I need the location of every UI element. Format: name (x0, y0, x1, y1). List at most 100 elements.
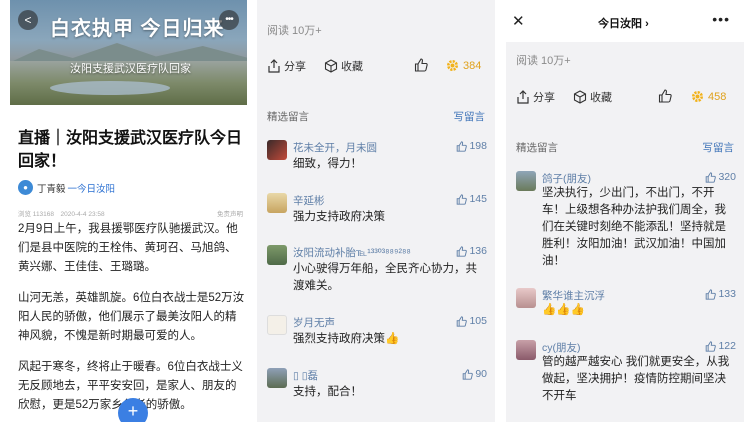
comment-author[interactable]: 岁月无声 (293, 315, 335, 330)
favorite-label: 收藏 (341, 61, 363, 73)
author-source-link[interactable]: 一今日汝阳 (68, 181, 116, 195)
comment-avatar (267, 368, 287, 388)
comment-avatar (516, 340, 536, 360)
share-label: 分享 (284, 61, 306, 73)
thumb-up-icon (706, 340, 717, 352)
comment-like-count: 90 (475, 368, 487, 380)
comment-author[interactable]: 繁华谁主沉浮 (542, 288, 605, 303)
paragraph-2: 山河无恙，英雄凯旋。6位白衣战士是52万汝阳人民的骄傲，他们展示了最美汝阳人的精… (18, 292, 245, 342)
comment-like-button[interactable]: 320 (705, 171, 736, 183)
share-button[interactable]: 分享 (267, 58, 306, 74)
chevron-right-icon: › (645, 18, 649, 30)
comment-item: 辛延彬 强力支持政府决策 145 (267, 193, 487, 233)
comments-panel-1: 阅读 10万+ 分享 收藏 384 精选留言 写留言 花未全开，月未圆 细致，得… (257, 0, 495, 422)
floating-action-button[interactable]: + (118, 398, 148, 422)
favorite-button[interactable]: 收藏 (573, 89, 612, 105)
comment-item: 花未全开，月未圆 细致，得力！ 198 (267, 140, 487, 180)
paragraph-1: 2月9日上午，我县援鄂医疗队驰援武汉。他们是县中医院的王栓伟、黄珂召、马旭鸽、黄… (18, 223, 238, 273)
section-header: 精选留言 写留言 (267, 109, 485, 124)
comment-like-button[interactable]: 122 (705, 340, 736, 352)
hero-title: 白衣执甲 今日归来 (50, 18, 225, 40)
author-avatar: ● (18, 180, 33, 195)
section-header: 精选留言 写留言 (516, 140, 734, 155)
action-bar: 分享 收藏 384 (257, 58, 495, 78)
lake-shape (50, 81, 170, 95)
thumb-up-icon (457, 245, 468, 257)
comment-like-button[interactable]: 133 (705, 288, 736, 300)
comment-item: cy(朋友) 管的越严越安心 我们就更安全，从我做起，坚决拥护！疫情防控期间坚决… (516, 340, 736, 410)
more-icon[interactable]: ••• (712, 11, 730, 27)
comment-author[interactable]: 鸽子(朋友) (542, 171, 591, 186)
cube-icon (573, 90, 587, 104)
comment-author[interactable]: 花未全开，月未圆 (293, 140, 377, 155)
comment-item: 繁华谁主沉浮 👍👍👍 133 (516, 288, 736, 328)
cube-icon (324, 59, 338, 73)
comment-like-button[interactable]: 198 (456, 140, 487, 152)
comment-item: 岁月无声 强烈支持政府决策👍 105 (267, 315, 487, 355)
article-title: 直播｜汝阳支援武汉医疗队今日回家！ (18, 130, 243, 170)
account-title-label: 今日汝阳 (598, 18, 642, 30)
comment-like-count: 136 (469, 245, 487, 257)
comment-author[interactable]: cy(朋友) (542, 340, 581, 355)
wow-count: 458 (708, 90, 727, 103)
comment-text: 细致，得力！ (293, 158, 362, 170)
thumb-up-icon (463, 368, 474, 380)
comment-item: 鸽子(朋友) 坚决执行，少出门，不出门，不开车！上级想各种办法护我们周全，我们在… (516, 171, 736, 271)
comment-text: 小心驶得万年船，全民齐心协力，共渡难关。 (293, 263, 477, 292)
comment-like-count: 198 (469, 140, 487, 152)
flower-icon (692, 91, 703, 102)
thumb-like-button[interactable] (658, 89, 672, 103)
comment-avatar (267, 315, 287, 335)
hero-subtitle: 汝阳支援武汉医疗队回家 (70, 63, 191, 75)
comments-panel-2: ✕ 今日汝阳 › ••• 阅读 10万+ 分享 收藏 458 精选留言 写留言 … (506, 0, 744, 422)
comment-like-count: 320 (718, 171, 736, 183)
comment-like-button[interactable]: 90 (462, 368, 487, 380)
comment-like-count: 105 (469, 315, 487, 327)
account-title[interactable]: 今日汝阳 › (598, 15, 649, 31)
thumb-up-icon (414, 58, 428, 72)
read-count: 阅读 10万+ (516, 55, 571, 67)
share-icon (517, 90, 529, 104)
comment-author[interactable]: ▯ ▯磊 (293, 368, 318, 383)
thumb-like-button[interactable] (414, 58, 428, 72)
favorite-button[interactable]: 收藏 (324, 58, 363, 74)
back-button[interactable]: < (18, 10, 38, 30)
thumb-up-icon (706, 171, 717, 183)
comment-avatar (516, 288, 536, 308)
disclaimer-link[interactable]: 免责声明 (217, 208, 243, 218)
write-comment-link[interactable]: 写留言 (703, 140, 735, 155)
comment-item: ▯ ▯磊 支持，配合！ 90 (267, 368, 487, 408)
comment-like-button[interactable]: 136 (456, 245, 487, 257)
write-comment-link[interactable]: 写留言 (454, 109, 486, 124)
top-bar: ✕ 今日汝阳 › ••• (506, 0, 744, 42)
comment-avatar (267, 245, 287, 265)
comment-author[interactable]: 汝阳流动补胎℡¹³³º³⁸⁸⁹²⁸⁸ (293, 245, 411, 260)
comment-text: 管的越严越安心 我们就更安全，从我做起，坚决拥护！疫情防控期间坚决不开车 (542, 356, 730, 402)
comment-like-count: 122 (718, 340, 736, 352)
thumb-up-icon (457, 193, 468, 205)
meta-views-date: 浏览 113168 2020-4-4 23:58 (18, 211, 105, 218)
share-button[interactable]: 分享 (516, 89, 555, 105)
close-icon[interactable]: ✕ (512, 12, 525, 30)
comment-item: 汝阳流动补胎℡¹³³º³⁸⁸⁹²⁸⁸ 小心驶得万年船，全民齐心协力，共渡难关。 … (267, 245, 487, 301)
comment-like-button[interactable]: 105 (456, 315, 487, 327)
wow-button[interactable]: 458 (690, 89, 726, 104)
flower-icon (447, 60, 458, 71)
comment-author[interactable]: 辛延彬 (293, 193, 325, 208)
comment-like-button[interactable]: 145 (456, 193, 487, 205)
comment-avatar (516, 171, 536, 191)
share-label: 分享 (533, 92, 555, 104)
favorite-label: 收藏 (590, 92, 612, 104)
read-count: 阅读 10万+ (267, 25, 322, 37)
comment-avatar (267, 140, 287, 160)
comment-text: 强力支持政府决策 (293, 211, 385, 223)
comment-text: 强烈支持政府决策👍 (293, 333, 400, 345)
section-title: 精选留言 (516, 142, 558, 154)
action-bar: 分享 收藏 458 (506, 89, 744, 109)
comment-like-count: 145 (469, 193, 487, 205)
wow-count: 384 (463, 59, 482, 72)
comment-avatar (267, 193, 287, 213)
more-button[interactable]: ••• (219, 10, 239, 30)
wow-button[interactable]: 384 (445, 58, 481, 73)
author-row[interactable]: ● 丁青毅 一今日汝阳 (18, 180, 115, 195)
